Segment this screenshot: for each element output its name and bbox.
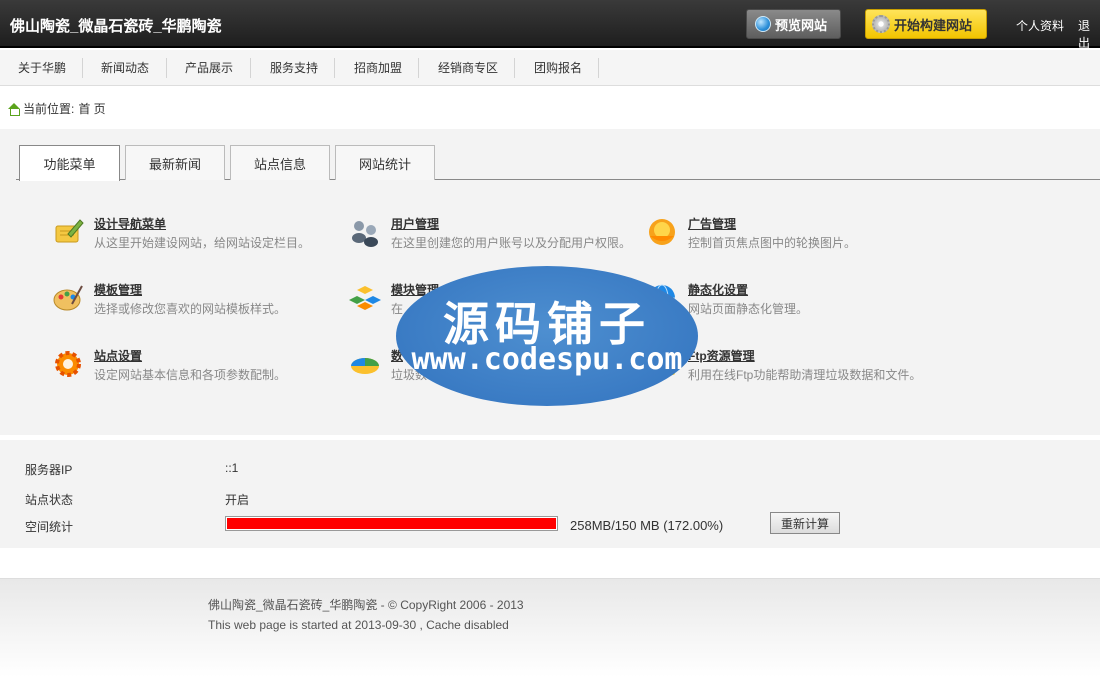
function-title[interactable]: 静态化设置: [688, 282, 808, 298]
function-title[interactable]: 站点设置: [94, 348, 286, 364]
function-item-users[interactable]: 用户管理 在这里创建您的用户账号以及分配用户权限。: [349, 216, 631, 252]
footer-started: This web page is started at 2013-09-30 ,…: [208, 618, 509, 632]
space-stats-label: 空间统计: [25, 520, 74, 534]
recalculate-button[interactable]: 重新计算: [770, 512, 840, 534]
build-site-label: 开始构建网站: [894, 17, 973, 33]
nav-item-franchise[interactable]: 招商加盟: [354, 50, 402, 86]
site-status-value: 开启: [225, 493, 250, 507]
cubes-icon: [349, 286, 381, 310]
nav-item-groupbuy[interactable]: 团购报名: [534, 50, 582, 86]
nav-divider: [250, 58, 251, 78]
breadcrumb-current[interactable]: 首 页: [78, 100, 105, 117]
function-item-ads[interactable]: 广告管理 控制首页焦点图中的轮换图片。: [646, 216, 856, 252]
watermark: 源码铺子 www.codespu.com: [396, 266, 698, 406]
function-desc: 控制首页焦点图中的轮换图片。: [688, 236, 857, 250]
function-title[interactable]: 广告管理: [688, 216, 856, 232]
function-item-nav-menu[interactable]: 设计导航菜单 从这里开始建设网站，给网站设定栏目。: [52, 216, 310, 252]
function-item-site-settings[interactable]: 站点设置 设定网站基本信息和各项参数配制。: [52, 348, 286, 384]
tab-latest-news[interactable]: 最新新闻: [125, 145, 225, 180]
function-desc: 网站页面静态化管理。: [688, 302, 809, 316]
preview-site-button[interactable]: 预览网站: [746, 9, 841, 39]
server-ip-value: ::1: [225, 461, 239, 475]
nav-divider: [334, 58, 335, 78]
tab-site-stats[interactable]: 网站统计: [335, 145, 435, 180]
server-ip-label: 服务器IP: [25, 463, 73, 477]
palette-icon: [53, 285, 83, 311]
nav-divider: [598, 58, 599, 78]
function-desc: 从这里开始建设网站，给网站设定栏目。: [94, 236, 311, 250]
space-usage-text: 258MB/150 MB (172.00%): [570, 518, 724, 533]
function-title[interactable]: Ftp资源管理: [688, 348, 921, 364]
function-item-templates[interactable]: 模板管理 选择或修改您喜欢的网站模板样式。: [52, 282, 286, 318]
function-title[interactable]: 用户管理: [391, 216, 631, 232]
site-status-label: 站点状态: [25, 493, 74, 507]
function-desc: 利用在线Ftp功能帮助清理垃圾数据和文件。: [688, 368, 922, 382]
nav-item-news[interactable]: 新闻动态: [101, 50, 149, 86]
function-desc: 在这里创建您的用户账号以及分配用户权限。: [391, 236, 632, 250]
users-icon: [352, 221, 378, 247]
preview-site-label: 预览网站: [775, 17, 828, 33]
tab-site-info[interactable]: 站点信息: [230, 145, 330, 180]
footer-copyright: 佛山陶瓷_微晶石瓷砖_华鹏陶瓷 - © CopyRight 2006 - 201…: [208, 598, 524, 612]
function-desc: 设定网站基本信息和各项参数配制。: [94, 368, 287, 382]
site-info-panel: [0, 440, 1100, 548]
nav-divider: [166, 58, 167, 78]
site-title: 佛山陶瓷_微晶石瓷砖_华鹏陶瓷: [10, 18, 222, 35]
main-nav: 关于华鹏 新闻动态 产品展示 服务支持 招商加盟 经销商专区 团购报名: [0, 50, 1100, 86]
nav-item-products[interactable]: 产品展示: [185, 50, 233, 86]
tab-function-menu[interactable]: 功能菜单: [19, 145, 120, 181]
breadcrumb-label: 当前位置:: [23, 102, 75, 116]
build-site-button[interactable]: 开始构建网站: [865, 9, 987, 39]
function-title[interactable]: 设计导航菜单: [94, 216, 310, 232]
function-title[interactable]: 模板管理: [94, 282, 286, 298]
pencil-notebook-icon: [55, 219, 84, 243]
space-usage-bar: [225, 516, 558, 531]
nav-item-dealers[interactable]: 经销商专区: [438, 50, 498, 86]
nav-item-support[interactable]: 服务支持: [270, 50, 318, 86]
breadcrumb: 当前位置: 首 页: [8, 100, 106, 117]
sun-icon: [649, 219, 675, 245]
space-usage-fill: [227, 518, 556, 529]
gear-icon: [872, 15, 890, 33]
nav-divider: [514, 58, 515, 78]
function-desc: 选择或修改您喜欢的网站模板样式。: [94, 302, 287, 316]
top-header: 佛山陶瓷_微晶石瓷砖_华鹏陶瓷 预览网站 开始构建网站 个人资料 退出: [0, 0, 1100, 51]
watermark-url: www.codespu.com: [411, 342, 683, 377]
globe-icon: [755, 16, 771, 32]
logout-link[interactable]: 退出: [1078, 17, 1100, 51]
home-icon: [8, 102, 20, 116]
nav-divider: [418, 58, 419, 78]
gear-icon: [55, 351, 81, 377]
profile-link[interactable]: 个人资料: [1016, 17, 1064, 34]
nav-item-about[interactable]: 关于华鹏: [18, 50, 66, 86]
nav-divider: [82, 58, 83, 78]
footer: 佛山陶瓷_微晶石瓷砖_华鹏陶瓷 - © CopyRight 2006 - 201…: [0, 578, 1100, 677]
pie-chart-icon: [351, 358, 379, 374]
